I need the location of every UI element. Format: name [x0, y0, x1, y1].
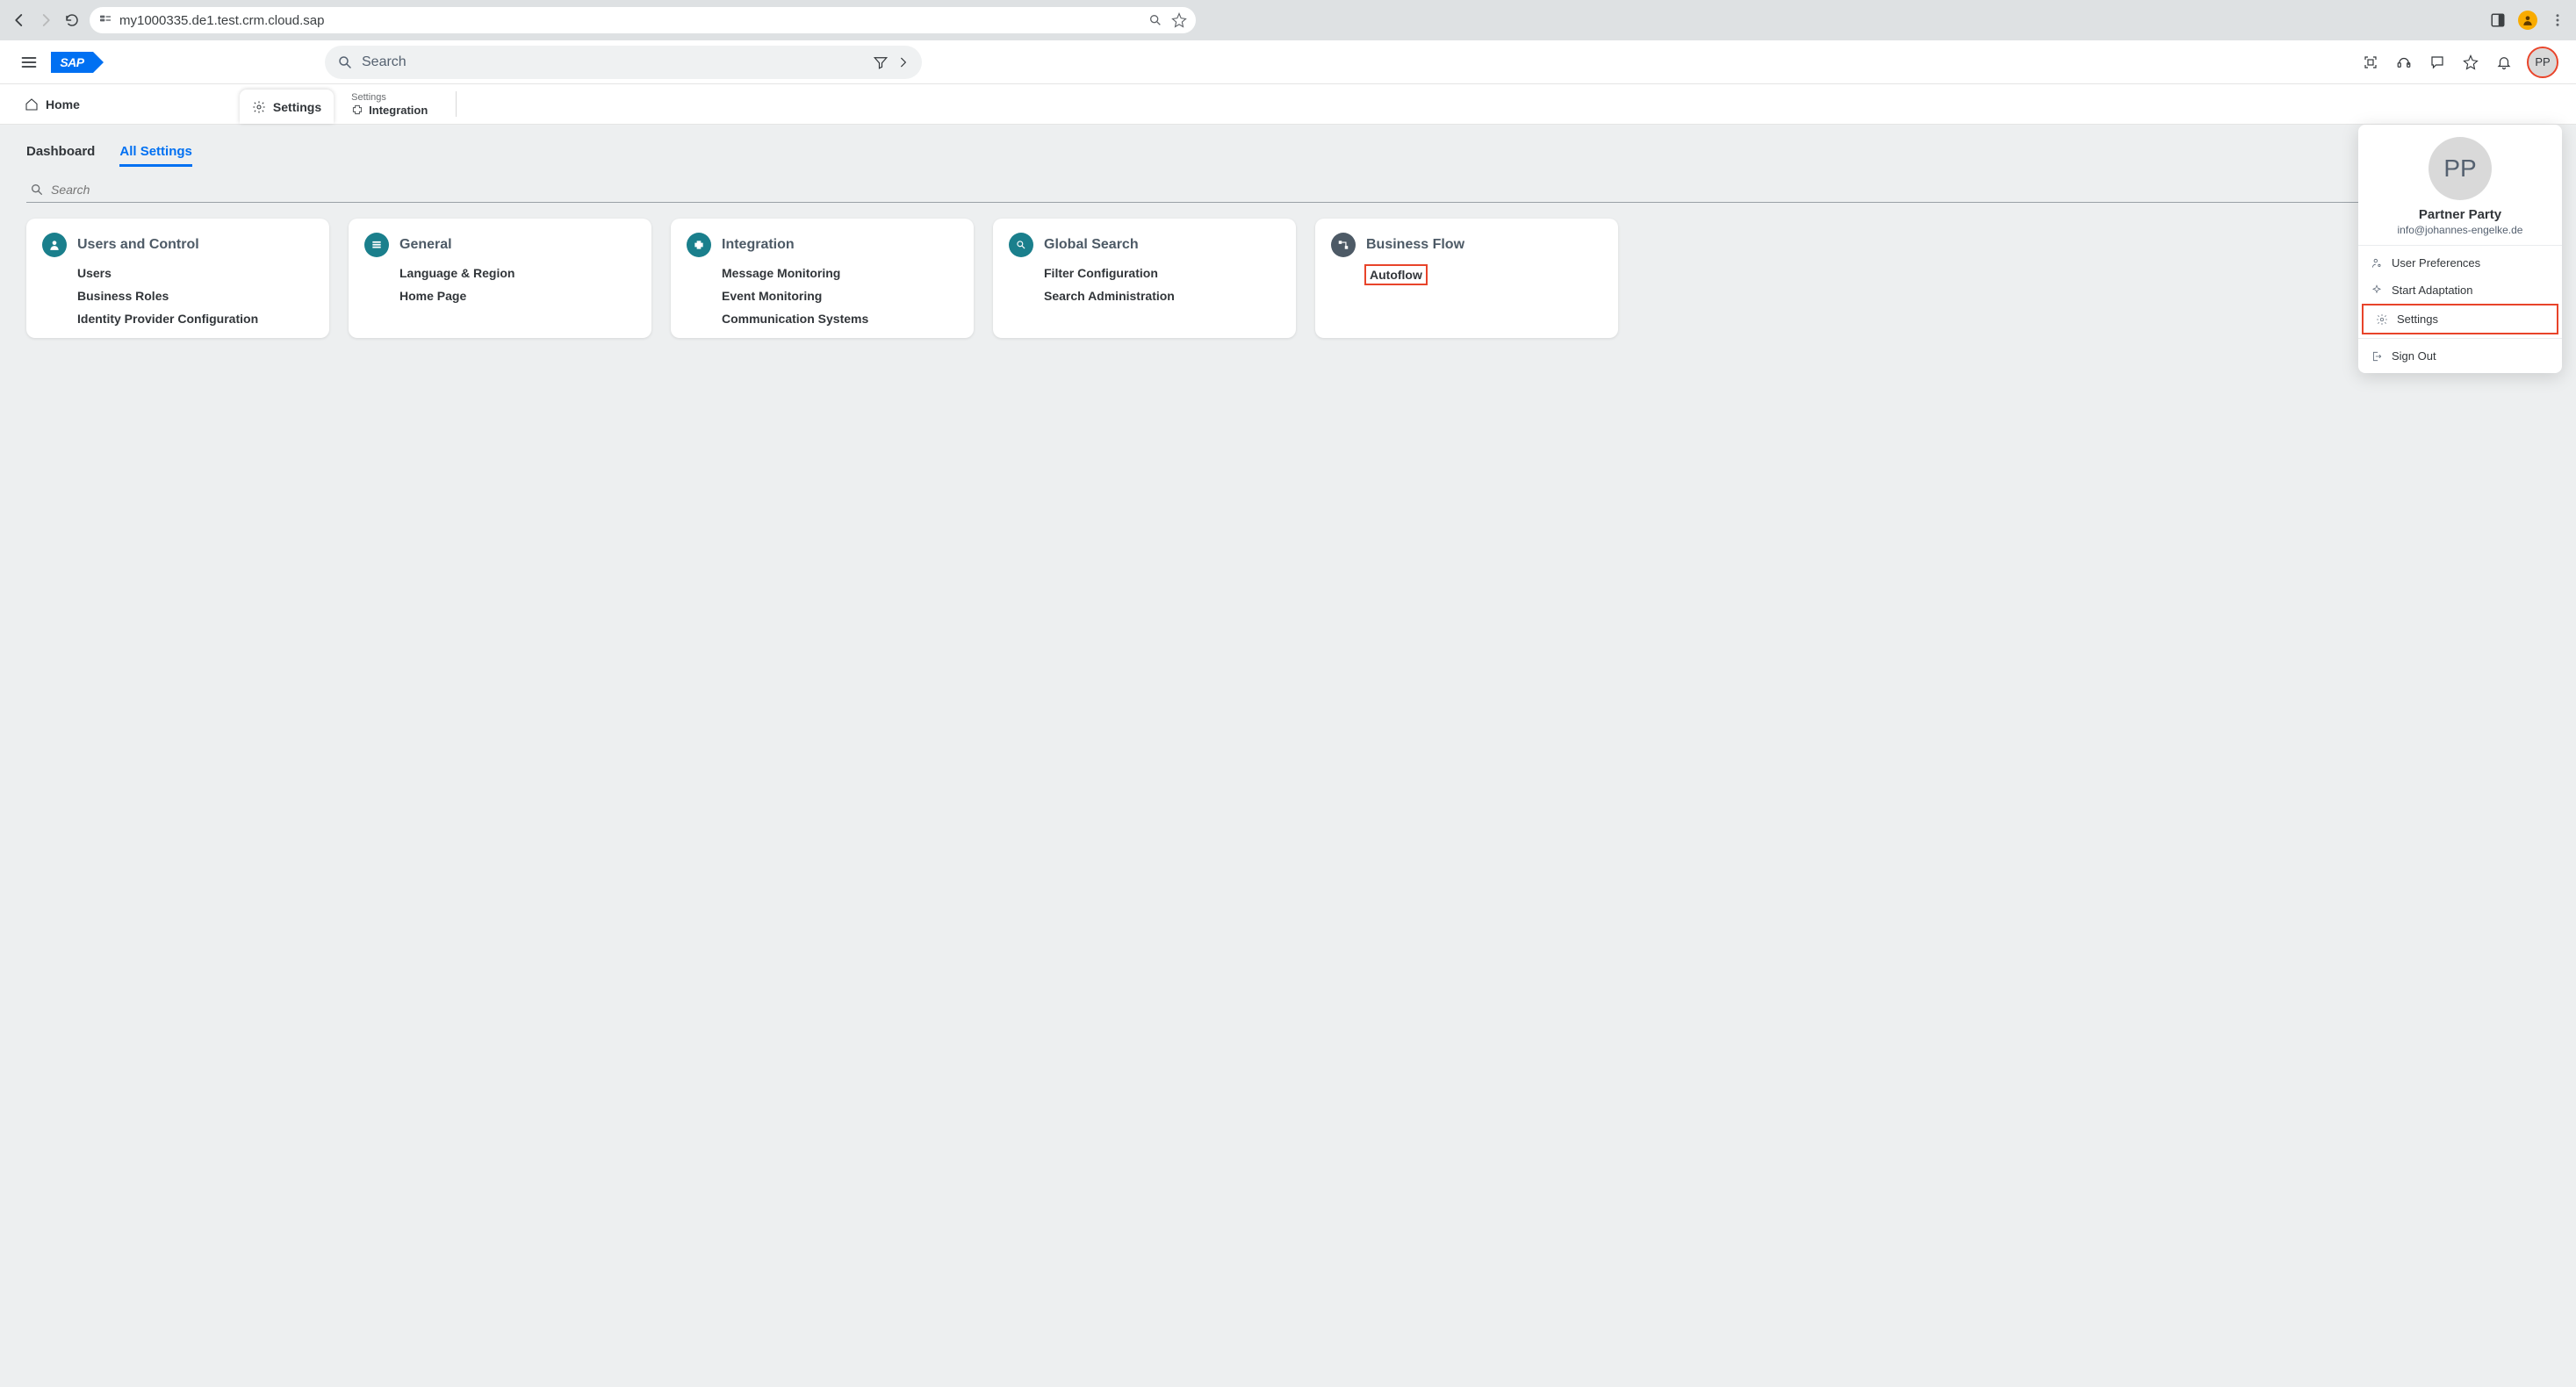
gear-icon — [252, 100, 266, 114]
popover-user-name: Partner Party — [2419, 207, 2501, 222]
menu-item-label: Start Adaptation — [2392, 284, 2473, 297]
link-communication-systems[interactable]: Communication Systems — [722, 312, 958, 326]
settings-search-row — [26, 177, 2550, 203]
menu-start-adaptation[interactable]: Start Adaptation — [2358, 277, 2562, 304]
link-home-page[interactable]: Home Page — [399, 289, 636, 303]
breadcrumb-sub-value: Integration — [369, 104, 428, 117]
user-menu-popover: PP Partner Party info@johannes-engelke.d… — [2358, 125, 2562, 373]
card-title-label: Business Flow — [1366, 237, 1464, 253]
zoom-icon[interactable] — [1148, 13, 1162, 27]
breadcrumb-settings-tab[interactable]: Settings — [240, 90, 334, 124]
popover-avatar: PP — [2428, 137, 2492, 200]
link-message-monitoring[interactable]: Message Monitoring — [722, 266, 958, 280]
bell-icon[interactable] — [2495, 54, 2513, 71]
menu-item-label: Sign Out — [2392, 349, 2436, 363]
sparkle-icon — [2371, 284, 2383, 297]
sap-logo[interactable]: SAP — [51, 52, 93, 73]
card-title-label: Global Search — [1044, 237, 1139, 253]
chevron-right-icon[interactable] — [897, 56, 910, 68]
headset-icon[interactable] — [2395, 54, 2413, 71]
breadcrumb-row: Home Settings Settings Integration — [0, 84, 2576, 125]
link-users[interactable]: Users — [77, 266, 313, 280]
card-integration: Integration Message Monitoring Event Mon… — [671, 219, 974, 338]
card-title-label: General — [399, 237, 452, 253]
page-content: Dashboard All Settings Users and Control… — [0, 125, 2576, 352]
kebab-icon[interactable] — [2550, 12, 2565, 28]
panel-icon[interactable] — [2490, 12, 2506, 28]
search-icon — [30, 183, 44, 197]
gear-icon — [2376, 313, 2388, 326]
home-icon — [25, 97, 39, 111]
filter-icon[interactable] — [873, 54, 889, 70]
puzzle-icon — [351, 104, 363, 116]
link-search-administration[interactable]: Search Administration — [1044, 289, 1280, 303]
card-global-search: Global Search Filter Configuration Searc… — [993, 219, 1296, 338]
browser-chrome: my1000335.de1.test.crm.cloud.sap — [0, 0, 2576, 40]
search-icon — [337, 54, 353, 70]
tab-dashboard[interactable]: Dashboard — [26, 139, 95, 167]
browser-forward-icon[interactable] — [37, 11, 54, 29]
favorite-icon[interactable] — [2462, 54, 2479, 71]
scan-icon[interactable] — [2362, 54, 2379, 71]
menu-icon[interactable] — [19, 53, 39, 72]
card-title-label: Users and Control — [77, 237, 199, 253]
user-icon — [42, 233, 67, 257]
settings-search-input[interactable] — [51, 183, 2546, 197]
breadcrumb-sub-label: Settings — [351, 92, 428, 103]
card-business-flow: Business Flow Autoflow — [1315, 219, 1618, 338]
link-idp-config[interactable]: Identity Provider Configuration — [77, 312, 313, 326]
user-avatar-button[interactable]: PP — [2529, 48, 2557, 76]
browser-reload-icon[interactable] — [63, 11, 81, 29]
chrome-profile-icon[interactable] — [2518, 11, 2537, 30]
star-icon[interactable] — [1171, 12, 1187, 28]
app-header: SAP Search PP — [0, 40, 2576, 84]
breadcrumb-home-label: Home — [46, 97, 80, 111]
global-search[interactable]: Search — [325, 46, 922, 79]
breadcrumb-settings-label: Settings — [273, 100, 321, 114]
card-title-label: Integration — [722, 237, 795, 253]
menu-settings[interactable]: Settings — [2364, 305, 2557, 333]
menu-item-label: Settings — [2397, 313, 2438, 326]
breadcrumb-home[interactable]: Home — [14, 84, 90, 124]
chat-icon[interactable] — [2428, 54, 2446, 71]
person-gear-icon — [2371, 257, 2383, 269]
address-bar[interactable]: my1000335.de1.test.crm.cloud.sap — [90, 7, 1196, 33]
card-users-and-control: Users and Control Users Business Roles I… — [26, 219, 329, 338]
flow-icon — [1331, 233, 1356, 257]
card-general: General Language & Region Home Page — [349, 219, 651, 338]
link-language-region[interactable]: Language & Region — [399, 266, 636, 280]
site-settings-icon[interactable] — [98, 13, 112, 27]
tab-all-settings[interactable]: All Settings — [119, 139, 192, 167]
link-event-monitoring[interactable]: Event Monitoring — [722, 289, 958, 303]
link-business-roles[interactable]: Business Roles — [77, 289, 313, 303]
cards-grid: Users and Control Users Business Roles I… — [26, 219, 2550, 338]
link-filter-configuration[interactable]: Filter Configuration — [1044, 266, 1280, 280]
url-text: my1000335.de1.test.crm.cloud.sap — [119, 13, 324, 28]
search-placeholder: Search — [362, 54, 407, 70]
divider — [456, 91, 457, 117]
stack-icon — [364, 233, 389, 257]
magnify-icon — [1009, 233, 1033, 257]
browser-back-icon[interactable] — [11, 11, 28, 29]
popover-user-email: info@johannes-engelke.de — [2398, 224, 2523, 236]
menu-sign-out[interactable]: Sign Out — [2358, 342, 2562, 370]
menu-item-label: User Preferences — [2392, 256, 2480, 269]
link-autoflow[interactable]: Autoflow — [1366, 266, 1426, 284]
page-tabs: Dashboard All Settings — [26, 139, 2550, 167]
puzzle-icon — [687, 233, 711, 257]
sign-out-icon — [2371, 350, 2383, 363]
breadcrumb-integration[interactable]: Settings Integration — [339, 84, 440, 124]
menu-user-preferences[interactable]: User Preferences — [2358, 249, 2562, 277]
